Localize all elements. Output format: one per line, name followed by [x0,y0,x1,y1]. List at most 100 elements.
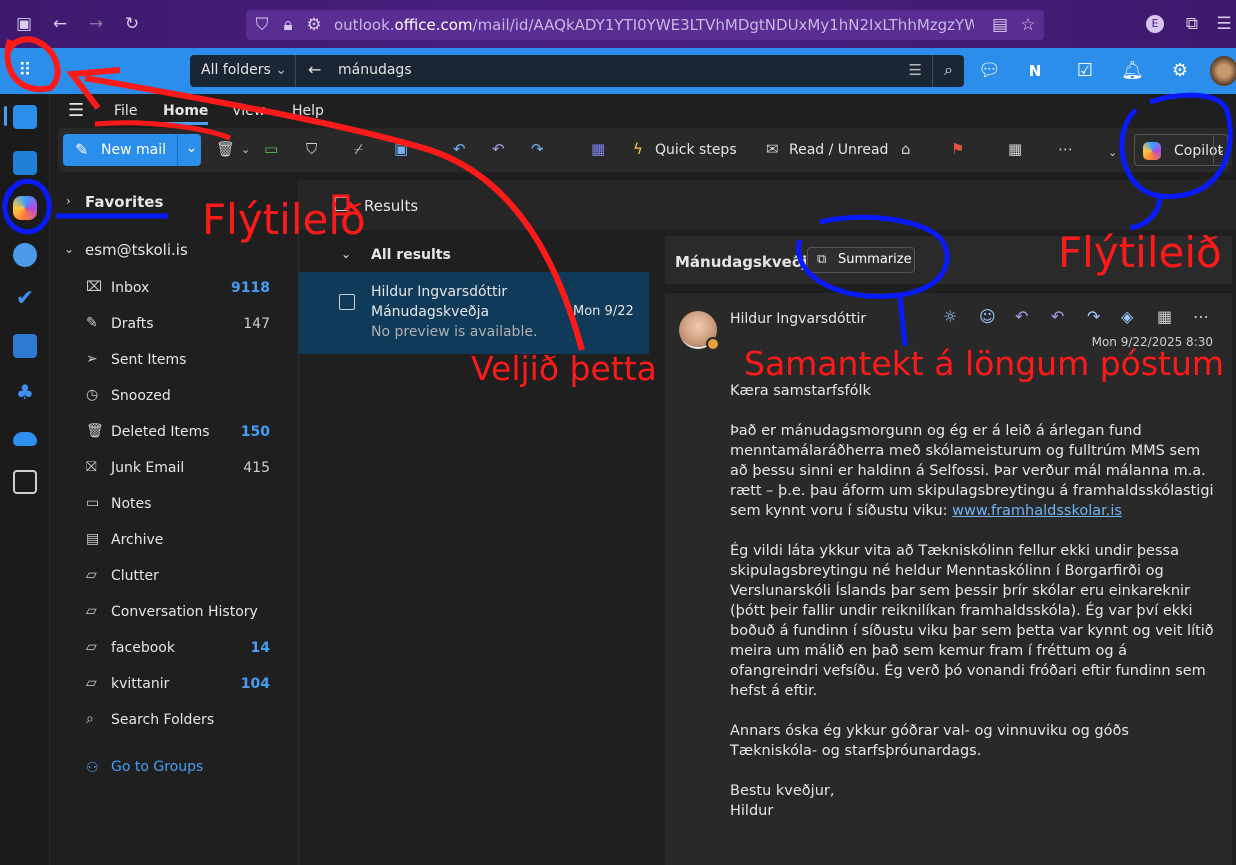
search-input[interactable]: mánudags [338,62,412,78]
bookmark-star-icon[interactable]: ☆ [1018,15,1038,35]
lightning-icon[interactable]: ϟ [633,140,643,158]
folder-item[interactable]: ▱ Clutter [86,567,272,603]
bell-icon[interactable]: 🔔︎ [1121,60,1144,82]
folder-item[interactable]: ▱ facebook 14 [86,639,272,675]
flag-icon[interactable]: ⚑ [951,140,964,158]
folder-item[interactable]: ▱ Conversation History [86,603,272,639]
gear-icon[interactable]: ⚙ [1169,60,1191,82]
tab-view[interactable]: View [232,103,265,119]
chevron-down-icon[interactable]: ⌄ [64,242,74,256]
user-avatar[interactable] [1210,56,1236,86]
favorites-header[interactable]: Favorites [85,193,163,211]
reader-view-icon[interactable]: ▤ [990,15,1010,35]
report-icon[interactable]: ⛉ [306,140,317,158]
search-icon[interactable]: ⌕ [932,55,964,87]
back-arrow-icon[interactable]: ← [308,60,321,79]
all-results-group[interactable]: All results [371,247,451,263]
tag-icon[interactable]: ⌂ [901,140,911,158]
folder-item[interactable]: ➢ Sent Items [86,351,272,387]
menu-icon[interactable]: ☰ [1214,14,1234,34]
chevron-right-icon[interactable]: › [66,194,71,208]
todo-icon[interactable]: ☑ [1074,60,1096,82]
forward-icon[interactable]: ↷ [531,140,544,158]
teams-chat-icon[interactable]: 💬︎ [978,60,1001,82]
reply-icon[interactable]: ↶ [453,140,466,158]
folder-item[interactable]: 🗑 Deleted Items 150 [86,423,272,459]
folder-item[interactable]: ▭ Notes [86,495,272,531]
archive-icon[interactable]: ▭ [264,140,278,158]
address-bar[interactable]: ⛉ 🔒︎ ⚙ outlook.office.com/mail/id/AAQkAD… [246,10,1044,40]
website-link[interactable]: www.framhaldsskolar.is [952,503,1122,519]
back-icon[interactable]: ← [50,14,70,34]
tab-file[interactable]: File [114,103,137,119]
account-header[interactable]: esm@tskoli.is [85,241,188,259]
folder-scope-select[interactable]: All folders ⌄ [190,55,296,87]
onedrive-icon[interactable] [13,432,37,446]
apps-grid-icon[interactable]: ▦ [1008,140,1022,158]
app-launcher-icon[interactable]: ⠿ [14,60,36,82]
mail-icon[interactable] [13,105,37,129]
more-options-icon[interactable]: ⋯ [1058,140,1073,158]
shield-icon[interactable]: ⛉ [252,15,272,35]
org-icon[interactable]: ♣ [13,380,37,404]
reply-all-icon[interactable]: ↶ [1051,307,1064,326]
app-rail: ✔ ♣ [0,94,50,865]
chevron-down-icon[interactable]: ⌄ [1213,135,1227,165]
folder-item[interactable]: ⛝ Junk Email 415 [86,459,272,495]
chevron-down-icon[interactable]: ⌄ [341,247,351,261]
message-item[interactable]: Hildur Ingvarsdóttir Mánudagskveðja No p… [299,272,649,354]
filter-icon[interactable]: ☰ [909,61,922,79]
new-mail-button[interactable]: ✎ New mail ⌄ [63,134,201,166]
forward-icon[interactable]: ↷ [1087,307,1100,326]
word-icon[interactable] [13,334,37,358]
folder-item[interactable]: ◷ Snoozed [86,387,272,423]
move-to-icon[interactable]: ▣ [394,140,408,158]
calendar-icon[interactable] [13,151,37,175]
mail-signoff: Bestu kveðjur, [730,783,835,799]
more-options-icon[interactable]: ⋯ [1193,307,1209,326]
mail-paragraph: Annars óska ég ykkur góðrar val- og vinn… [730,723,1129,759]
reload-icon[interactable]: ↻ [122,14,142,34]
sweep-icon[interactable]: ⌿ [354,140,363,158]
teams-icon[interactable]: ▦ [591,140,605,158]
forward-icon[interactable]: → [86,14,106,34]
search-box[interactable]: All folders ⌄ ← mánudags ☰ ⌕ [190,55,964,87]
folder-item[interactable]: ✎ Drafts 147 [86,315,272,351]
delete-icon[interactable]: 🗑︎ [216,140,235,158]
permissions-icon[interactable]: ⚙ [304,15,324,35]
copilot-button[interactable]: Copilot ⌄ [1134,134,1228,166]
folder-item[interactable]: ⌧ Inbox 9118 [86,279,272,315]
people-icon[interactable] [13,243,37,267]
copilot-icon[interactable] [13,196,37,220]
profile-icon[interactable]: E [1146,15,1164,33]
folder-item[interactable]: ▤ Archive [86,531,272,567]
loop-icon[interactable]: ◈ [1121,307,1133,326]
envelope-icon[interactable]: ✉ [766,140,779,158]
chevron-down-icon[interactable]: ⌄ [1108,146,1117,159]
tab-help[interactable]: Help [292,103,324,119]
collapse-nav-icon[interactable]: ☰ [68,100,84,121]
summarize-button[interactable]: ⧉ Summarize [807,247,915,273]
sidebar-toggle-icon[interactable]: ▣ [14,14,34,34]
folder-item[interactable]: ⌕ Search Folders [86,711,272,747]
lock-icon[interactable]: 🔒︎ [278,15,298,35]
chevron-down-icon[interactable]: ⌄ [177,134,205,166]
folder-item[interactable]: ▱ kvittanir 104 [86,675,272,711]
chevron-down-icon[interactable]: ⌄ [241,143,250,156]
unread-count: 150 [240,424,270,440]
go-to-groups-link[interactable]: Go to Groups [111,759,203,775]
read-unread-button[interactable]: Read / Unread [789,142,888,158]
apps-grid-icon[interactable]: ▦ [1157,307,1172,326]
todo-check-icon[interactable]: ✔ [13,287,37,311]
sun-icon[interactable]: ☼ [943,307,957,326]
extensions-icon[interactable]: ⧉ [1182,14,1202,34]
message-checkbox[interactable] [339,294,355,310]
sender-name[interactable]: Hildur Ingvarsdóttir [730,311,866,327]
onenote-icon[interactable]: N [1024,60,1046,82]
quick-steps-button[interactable]: Quick steps [655,142,737,158]
reply-all-icon[interactable]: ↶ [492,140,505,158]
more-apps-icon[interactable] [13,470,37,494]
reply-icon[interactable]: ↶ [1015,307,1028,326]
tab-home[interactable]: Home [163,103,209,125]
emoji-icon[interactable]: ☺ [979,307,996,326]
